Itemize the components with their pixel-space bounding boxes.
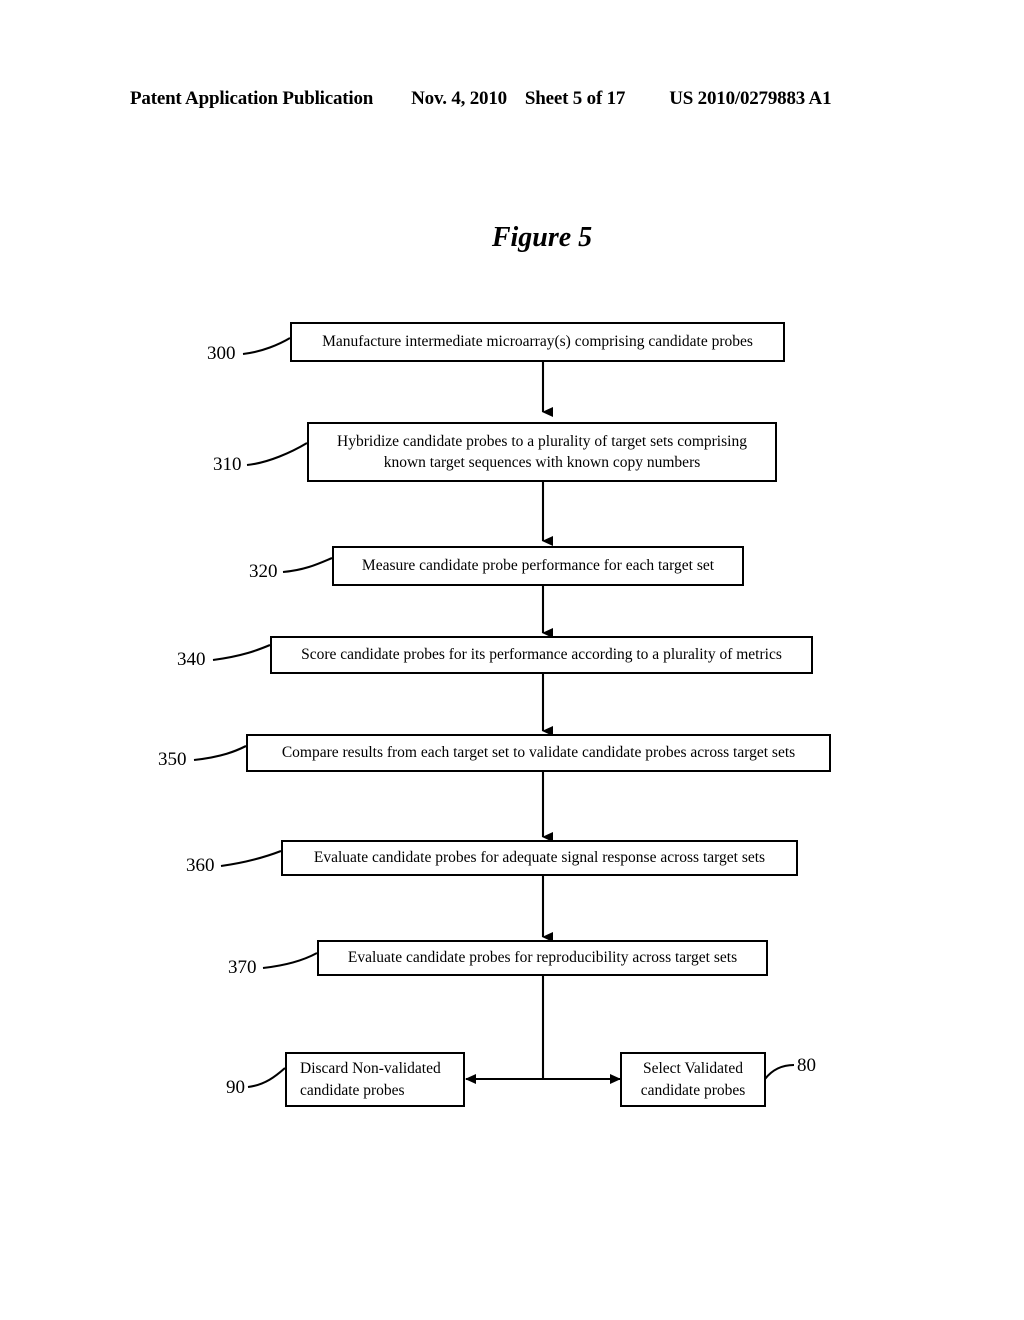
flow-step-320[interactable]: Measure candidate probe performance for … xyxy=(332,546,744,586)
ref-numeral-320: 320 xyxy=(249,561,278,582)
flow-outcome-80[interactable]: Select Validated candidate probes xyxy=(620,1052,766,1107)
flow-step-320-line1: Measure candidate probe performance for … xyxy=(361,557,715,575)
ref-numeral-370: 370 xyxy=(228,957,257,978)
flow-step-370[interactable]: Evaluate candidate probes for reproducib… xyxy=(317,940,768,976)
flow-step-350[interactable]: Compare results from each target set to … xyxy=(246,734,831,772)
flow-step-360-line1: Evaluate candidate probes for adequate s… xyxy=(313,849,766,867)
flow-step-360[interactable]: Evaluate candidate probes for adequate s… xyxy=(281,840,798,876)
ref-numeral-350: 350 xyxy=(158,749,187,770)
ref-numeral-360: 360 xyxy=(186,855,215,876)
flow-step-350-line1: Compare results from each target set to … xyxy=(281,744,796,762)
flow-step-300[interactable]: Manufacture intermediate microarray(s) c… xyxy=(290,322,785,362)
flow-step-310-line1: Hybridize candidate probes to a pluralit… xyxy=(337,432,747,450)
flow-step-310[interactable]: Hybridize candidate probes to a pluralit… xyxy=(307,422,777,482)
ref-numeral-90: 90 xyxy=(226,1077,245,1098)
flow-step-370-line1: Evaluate candidate probes for reproducib… xyxy=(347,949,738,967)
flow-outcome-80-line1: Select Validated xyxy=(642,1060,743,1078)
flowchart-diagram: Manufacture intermediate microarray(s) c… xyxy=(0,0,1024,1320)
ref-numeral-340: 340 xyxy=(177,649,206,670)
ref-numeral-300: 300 xyxy=(207,343,236,364)
ref-numeral-80: 80 xyxy=(797,1055,816,1076)
flow-outcome-90[interactable]: Discard Non-validated candidate probes xyxy=(285,1052,465,1107)
flow-step-340[interactable]: Score candidate probes for its performan… xyxy=(270,636,813,674)
flow-step-340-line1: Score candidate probes for its performan… xyxy=(301,646,782,664)
flow-outcome-80-line2: candidate probes xyxy=(640,1081,746,1099)
flow-outcome-90-line1: Discard Non-validated xyxy=(300,1060,441,1078)
flow-step-310-line2: known target sequences with known copy n… xyxy=(383,454,701,471)
ref-numeral-310: 310 xyxy=(213,454,242,475)
flow-outcome-90-line2: candidate probes xyxy=(300,1081,405,1099)
flow-step-300-line1: Manufacture intermediate microarray(s) c… xyxy=(322,333,753,351)
